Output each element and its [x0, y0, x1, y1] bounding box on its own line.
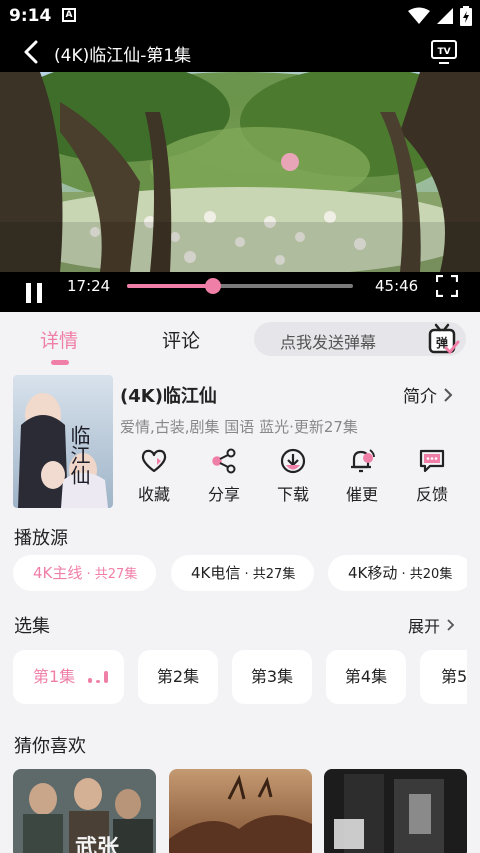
- poster-title-text: 临江仙: [67, 425, 91, 485]
- episode-label: 第3集: [250, 667, 294, 686]
- bell-icon: [351, 449, 375, 473]
- video-frame[interactable]: [0, 72, 480, 272]
- tab-details[interactable]: 详情: [40, 326, 78, 353]
- episode-list: 第1集 第2集 第3集 第4集 第5集: [13, 650, 467, 704]
- system-icons: [408, 6, 472, 26]
- urge-update-button[interactable]: 催更: [334, 448, 390, 505]
- recommend-card[interactable]: [324, 769, 467, 853]
- back-arrow-icon[interactable]: [18, 38, 46, 66]
- episode-label: 第1集: [33, 667, 76, 686]
- source-list: 4K主线 · 共27集 4K电信 · 共27集 4K移动 · 共20集: [13, 555, 467, 591]
- signal-icon: [437, 8, 453, 24]
- episodes-title: 选集: [14, 616, 50, 637]
- source-count: · 共20集: [397, 567, 453, 582]
- source-name: 4K移动: [348, 564, 398, 582]
- feedback-button[interactable]: 反馈: [404, 448, 460, 505]
- episode-chip[interactable]: 第4集: [326, 650, 406, 704]
- episode-chip[interactable]: 第1集: [13, 650, 124, 704]
- expand-episodes-button[interactable]: 展开: [408, 613, 455, 637]
- share-label: 分享: [207, 485, 240, 504]
- episode-chip[interactable]: 第5集: [420, 650, 467, 704]
- source-name: 4K电信: [191, 564, 241, 582]
- recommend-card[interactable]: [169, 769, 312, 853]
- chevron-right-icon: [447, 619, 455, 631]
- progress-knob[interactable]: [204, 278, 221, 294]
- player-title-bar: (4K)临江仙-第1集 TV: [0, 32, 480, 72]
- video-scene-image: [0, 72, 480, 272]
- feedback-label: 反馈: [415, 485, 448, 504]
- current-time: 17:24: [67, 277, 111, 295]
- show-poster[interactable]: 临江仙: [13, 375, 113, 508]
- episode-label: 第2集: [156, 667, 200, 686]
- battery-icon: [460, 6, 472, 26]
- source-name: 4K主线: [33, 564, 83, 582]
- episode-label: 第5集: [441, 667, 467, 686]
- pause-icon[interactable]: [24, 282, 44, 304]
- intro-label: 简介: [403, 387, 437, 407]
- recommend-card[interactable]: 武张: [13, 769, 156, 853]
- svg-text:TV: TV: [437, 47, 450, 57]
- source-chip[interactable]: 4K主线 · 共27集: [13, 555, 156, 591]
- playing-bars-icon: [88, 671, 109, 683]
- share-button[interactable]: 分享: [196, 448, 252, 505]
- danmaku-placeholder: 点我发送弹幕: [280, 333, 377, 352]
- favorite-button[interactable]: 收藏: [126, 448, 182, 505]
- sources-title: 播放源: [14, 528, 68, 549]
- episode-chip[interactable]: 第2集: [138, 650, 218, 704]
- favorite-label: 收藏: [137, 485, 170, 504]
- danmaku-input[interactable]: 点我发送弹幕 弹: [254, 322, 466, 356]
- fullscreen-icon[interactable]: [436, 275, 458, 297]
- cast-tv-icon[interactable]: TV: [430, 39, 458, 65]
- total-time: 45:46: [375, 277, 419, 295]
- intro-link[interactable]: 简介: [403, 382, 453, 407]
- source-count: · 共27集: [240, 567, 296, 582]
- progress-fill: [127, 284, 213, 288]
- recommend-poster-text: 武张: [75, 835, 120, 853]
- show-title: (4K)临江仙: [120, 386, 217, 407]
- progress-bar[interactable]: [127, 278, 353, 294]
- download-icon: [280, 448, 306, 474]
- status-time: 9:14: [9, 6, 52, 26]
- notification-icon: A: [62, 8, 76, 22]
- download-button[interactable]: 下载: [265, 448, 321, 505]
- status-bar: 9:14 A: [0, 0, 480, 32]
- share-icon: [212, 448, 236, 474]
- urge-update-label: 催更: [345, 485, 378, 504]
- wifi-icon: [408, 7, 430, 24]
- danmaku-icon[interactable]: 弹: [426, 322, 460, 356]
- player-controls: 17:24 45:46: [0, 272, 480, 312]
- feedback-icon: [419, 449, 445, 473]
- heart-icon: [141, 449, 167, 473]
- action-row: 收藏 分享 下载 催更 反馈: [120, 448, 470, 508]
- recommend-title: 猜你喜欢: [14, 736, 86, 757]
- source-chip[interactable]: 4K电信 · 共27集: [171, 555, 314, 591]
- source-chip[interactable]: 4K移动 · 共20集: [328, 555, 467, 591]
- download-label: 下载: [276, 485, 309, 504]
- episode-label: 第4集: [344, 667, 388, 686]
- source-count: · 共27集: [82, 567, 138, 582]
- video-title: (4K)临江仙-第1集: [54, 46, 192, 66]
- tab-comments[interactable]: 评论: [162, 326, 200, 353]
- expand-label: 展开: [408, 617, 441, 636]
- active-tab-indicator: [51, 360, 69, 365]
- show-tags: 爱情,古装,剧集 国语 蓝光·更新27集: [120, 418, 358, 436]
- chevron-right-icon: [444, 387, 453, 402]
- detail-tabs: 详情 评论 点我发送弹幕 弹: [0, 312, 480, 366]
- recommend-list: 武张: [13, 769, 467, 853]
- episode-chip[interactable]: 第3集: [232, 650, 312, 704]
